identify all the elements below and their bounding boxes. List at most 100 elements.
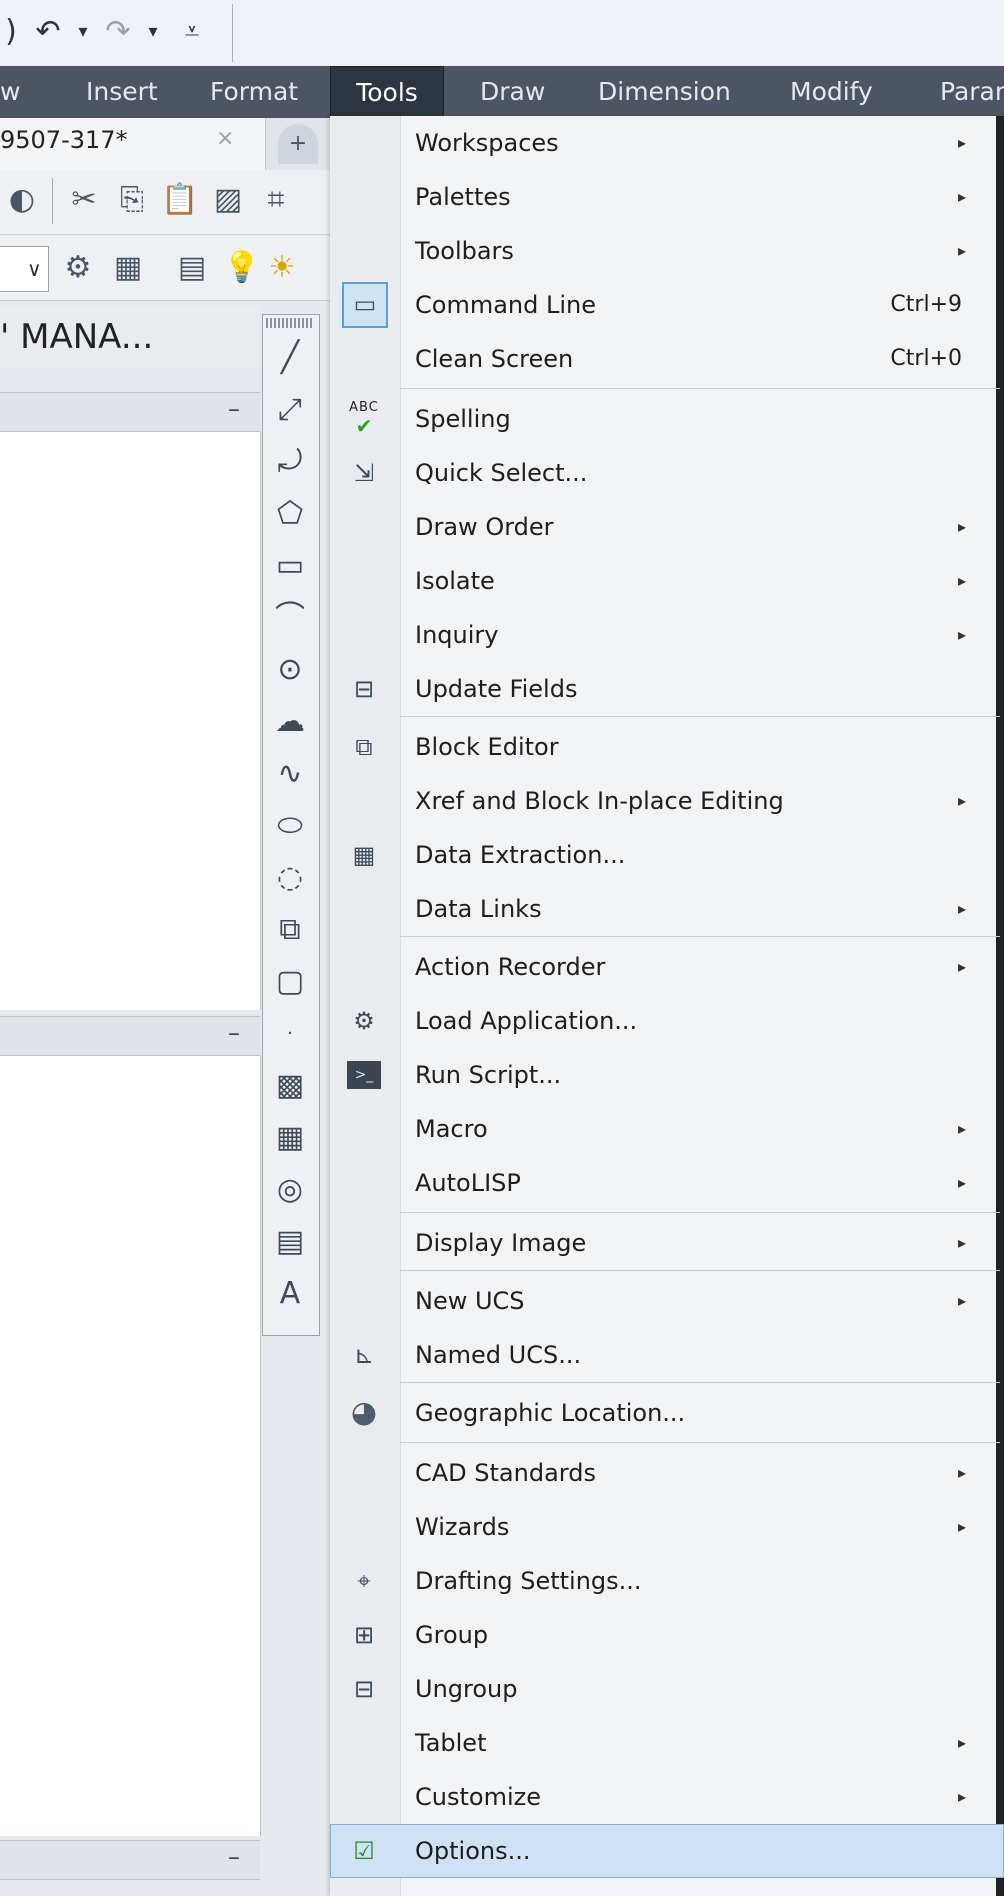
menu-format[interactable]: Format	[210, 66, 298, 118]
block-editor-toolbar-icon[interactable]: ⌗	[256, 180, 296, 220]
redo-dropdown-icon[interactable]: ▾	[142, 12, 164, 52]
construction-line-icon[interactable]: ⤢	[270, 390, 310, 430]
menu-item-command-line[interactable]: ▭ Command Line Ctrl+9	[330, 278, 1004, 332]
menu-item-label: Customize	[415, 1783, 541, 1811]
menu-item-draw-order[interactable]: Draw Order ▸	[330, 500, 1004, 554]
menu-item-autolisp[interactable]: AutoLISP ▸	[330, 1156, 1004, 1210]
table-icon[interactable]: ▤	[270, 1222, 310, 1262]
publish-icon[interactable]: ◐	[2, 180, 42, 220]
menu-item-palettes[interactable]: Palettes ▸	[330, 170, 1004, 224]
menu-item-ungroup[interactable]: ⊟ Ungroup	[330, 1662, 1004, 1716]
arc-icon[interactable]: ⌒	[270, 598, 310, 638]
copy-icon[interactable]: ⎘	[112, 180, 152, 220]
menu-item-toolbars[interactable]: Toolbars ▸	[330, 224, 1004, 278]
menu-item-action-recorder[interactable]: Action Recorder ▸	[330, 940, 1004, 994]
panel-header[interactable]: –	[0, 1840, 260, 1880]
menu-item-label: AutoLISP	[415, 1169, 521, 1197]
menu-insert[interactable]: Insert	[86, 66, 158, 118]
multiline-text-icon[interactable]: A	[270, 1274, 310, 1314]
undo-dropdown-icon[interactable]: ▾	[72, 12, 94, 52]
line-icon[interactable]: ╱	[270, 338, 310, 378]
menu-item-label: Action Recorder	[415, 953, 606, 981]
menu-item-customize[interactable]: Customize ▸	[330, 1770, 1004, 1824]
menu-item-workspaces[interactable]: Workspaces ▸	[330, 116, 1004, 170]
point-icon[interactable]: ·	[270, 1014, 310, 1054]
menu-dimension[interactable]: Dimension	[598, 66, 731, 118]
menu-item-display-image[interactable]: Display Image ▸	[330, 1216, 1004, 1270]
panel-header[interactable]: –	[0, 392, 260, 432]
menu-view[interactable]: w	[0, 66, 30, 118]
menu-item-quick-select[interactable]: ⇲ Quick Select...	[330, 446, 1004, 500]
menu-tools[interactable]: Tools	[330, 66, 444, 120]
menu-item-drafting-settings[interactable]: ⌖ Drafting Settings...	[330, 1554, 1004, 1608]
menu-item-label: Xref and Block In-place Editing	[415, 787, 784, 815]
menu-item-cad-standards[interactable]: CAD Standards ▸	[330, 1446, 1004, 1500]
gradient-icon[interactable]: ▦	[270, 1118, 310, 1158]
close-tab-icon[interactable]: ×	[216, 126, 234, 151]
submenu-arrow-icon: ▸	[957, 1119, 966, 1138]
panel-header[interactable]: –	[0, 1016, 260, 1056]
region-icon[interactable]: ◎	[270, 1170, 310, 1210]
minimize-icon[interactable]: –	[228, 1843, 240, 1871]
menu-item-wizards[interactable]: Wizards ▸	[330, 1500, 1004, 1554]
polygon-icon[interactable]: ⬠	[270, 494, 310, 534]
update-fields-icon: ⊟	[353, 675, 375, 703]
menu-item-inquiry[interactable]: Inquiry ▸	[330, 608, 1004, 662]
minimize-icon[interactable]: –	[228, 395, 240, 423]
menu-item-data-links[interactable]: Data Links ▸	[330, 882, 1004, 936]
menu-item-label: Geographic Location...	[415, 1399, 686, 1427]
menu-item-tablet[interactable]: Tablet ▸	[330, 1716, 1004, 1770]
data-extraction-icon: ▦	[352, 841, 376, 869]
spline-icon[interactable]: ∿	[270, 754, 310, 794]
layer-states-icon[interactable]: ▦	[108, 248, 148, 288]
menu-item-shortcut: Ctrl+0	[890, 346, 962, 371]
layer-on-icon[interactable]: 💡	[222, 248, 262, 288]
circle-icon[interactable]: ⊙	[270, 650, 310, 690]
menu-draw[interactable]: Draw	[480, 66, 545, 118]
make-block-icon[interactable]: ▢	[270, 962, 310, 1002]
menu-item-named-ucs[interactable]: ⊾ Named UCS...	[330, 1328, 1004, 1382]
minimize-icon[interactable]: –	[228, 1019, 240, 1047]
customize-qat-icon[interactable]: ⩡	[172, 12, 212, 52]
menu-item-clean-screen[interactable]: Clean Screen Ctrl+0	[330, 332, 1004, 386]
ellipse-arc-icon[interactable]: ◌	[270, 858, 310, 898]
ellipse-icon[interactable]: ⬭	[270, 806, 310, 846]
revision-cloud-icon[interactable]: ☁	[270, 702, 310, 742]
submenu-arrow-icon: ▸	[957, 1173, 966, 1192]
spelling-icon: ABC ✔	[349, 400, 379, 438]
insert-block-icon[interactable]: ⧉	[270, 910, 310, 950]
menu-item-load-application[interactable]: ⚙ Load Application...	[330, 994, 1004, 1048]
cut-icon[interactable]: ✂	[64, 180, 104, 220]
redo-icon[interactable]: ↷	[98, 12, 138, 52]
panel-body	[0, 432, 261, 1010]
hatch-icon[interactable]: ▩	[270, 1066, 310, 1106]
menu-item-data-extraction[interactable]: ▦ Data Extraction...	[330, 828, 1004, 882]
menu-item-label: Inquiry	[415, 621, 499, 649]
undo-icon[interactable]: ↶	[28, 12, 68, 52]
layer-freeze-icon[interactable]: ☀	[262, 248, 302, 288]
layer-dropdown[interactable]: ∨	[0, 246, 49, 292]
menu-item-run-script[interactable]: >_ Run Script...	[330, 1048, 1004, 1102]
menu-item-options[interactable]: ☑ Options...	[330, 1824, 1004, 1878]
menu-item-xref-and-block-in-place-editing[interactable]: Xref and Block In-place Editing ▸	[330, 774, 1004, 828]
menu-modify[interactable]: Modify	[790, 66, 873, 118]
toolbar-grip[interactable]	[266, 318, 314, 328]
menu-item-group[interactable]: ⊞ Group	[330, 1608, 1004, 1662]
menu-item-spelling[interactable]: ABC ✔ Spelling	[330, 392, 1004, 446]
layer-properties-icon[interactable]: ⚙	[58, 248, 98, 288]
menu-item-geographic-location[interactable]: ◕ Geographic Location...	[330, 1386, 1004, 1440]
group-icon: ⊞	[353, 1621, 375, 1649]
menu-item-label: Workspaces	[415, 129, 559, 157]
new-tab-button[interactable]: +	[278, 124, 318, 164]
rectangle-icon[interactable]: ▭	[270, 546, 310, 586]
paste-icon[interactable]: 📋	[160, 180, 200, 220]
menu-parametric[interactable]: Paran	[940, 66, 1004, 118]
menu-item-macro[interactable]: Macro ▸	[330, 1102, 1004, 1156]
match-properties-icon[interactable]: ▨	[208, 180, 248, 220]
make-current-icon[interactable]: ▤	[172, 248, 212, 288]
menu-item-block-editor[interactable]: ⧉ Block Editor	[330, 720, 1004, 774]
menu-item-update-fields[interactable]: ⊟ Update Fields	[330, 662, 1004, 716]
menu-item-isolate[interactable]: Isolate ▸	[330, 554, 1004, 608]
menu-item-new-ucs[interactable]: New UCS ▸	[330, 1274, 1004, 1328]
polyline-icon[interactable]: ⤾	[270, 442, 310, 482]
